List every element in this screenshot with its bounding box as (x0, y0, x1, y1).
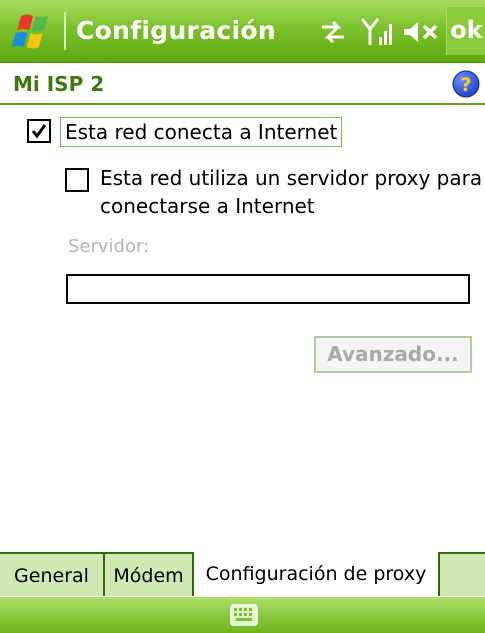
server-label: Servidor: (68, 236, 150, 257)
internet-checkbox[interactable] (27, 119, 51, 143)
windows-flag-icon[interactable] (6, 10, 58, 54)
help-icon[interactable]: ? (452, 70, 480, 98)
title-bar: Configuración ok (0, 0, 485, 63)
keyboard-icon[interactable] (230, 604, 258, 626)
tab-strip: General Módem Configuración de proxy (0, 552, 485, 598)
header-divider (0, 103, 485, 105)
proxy-checkbox[interactable] (65, 168, 89, 192)
checkmark-icon (32, 124, 46, 139)
tab-strip-filler (440, 552, 485, 596)
page-title: Mi ISP 2 (13, 72, 105, 96)
window-title: Configuración (76, 16, 276, 45)
tab-proxy-settings[interactable]: Configuración de proxy (194, 552, 440, 596)
proxy-checkbox-label-line2[interactable]: conectarse a Internet (100, 192, 315, 220)
tab-general[interactable]: General (0, 552, 105, 596)
internet-checkbox-label[interactable]: Esta red conecta a Internet (60, 117, 343, 147)
proxy-checkbox-label-line1[interactable]: Esta red utiliza un servidor proxy para (100, 164, 482, 192)
tab-modem[interactable]: Módem (105, 552, 194, 596)
bottom-softkey-bar (0, 597, 485, 633)
signal-strength-icon[interactable] (360, 16, 394, 48)
advanced-button[interactable]: Avanzado... (314, 336, 472, 373)
server-input[interactable] (66, 274, 470, 304)
svg-text:?: ? (460, 74, 471, 96)
speaker-muted-icon[interactable] (402, 16, 440, 48)
title-separator (64, 12, 66, 50)
ok-button[interactable]: ok (446, 7, 485, 55)
data-connection-icon[interactable] (318, 16, 348, 48)
